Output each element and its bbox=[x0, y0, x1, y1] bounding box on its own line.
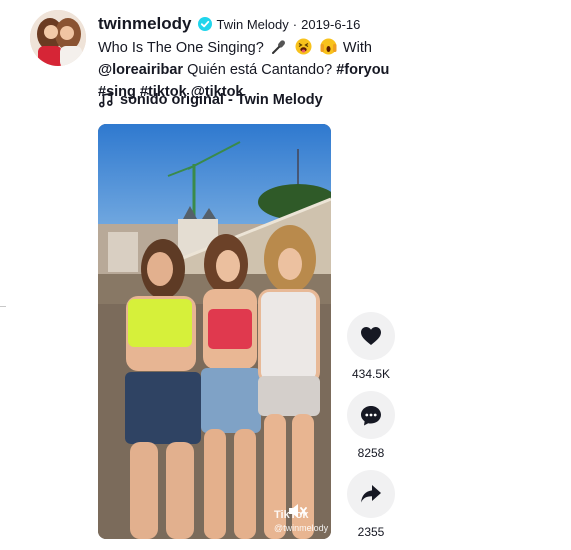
author-nickname[interactable]: Twin Melody bbox=[217, 17, 289, 32]
author-avatar[interactable] bbox=[30, 10, 86, 66]
caption-text: With bbox=[342, 40, 372, 56]
share-button[interactable] bbox=[347, 470, 395, 518]
music-note-icon bbox=[98, 92, 113, 108]
comment-count: 8258 bbox=[357, 446, 385, 460]
post-date: 2019-6-16 bbox=[301, 16, 361, 32]
share-icon bbox=[361, 485, 381, 503]
share-action: 2355 bbox=[347, 470, 395, 539]
heart-icon bbox=[361, 327, 381, 345]
tiktok-watermark-logo: TikTok bbox=[274, 509, 309, 521]
watermark-username: @twinmelody bbox=[274, 523, 329, 533]
edge-divider bbox=[0, 306, 6, 307]
post-header: twinmelody Twin Melody · 2019-6-16 bbox=[98, 12, 360, 36]
squinting-tongue-emoji-icon bbox=[295, 38, 312, 55]
sound-title: sonido original - Twin Melody bbox=[120, 92, 323, 108]
like-button[interactable] bbox=[347, 312, 395, 360]
screaming-face-emoji-icon bbox=[320, 38, 337, 55]
mention-link[interactable]: @loreairibar bbox=[98, 62, 183, 78]
avatar-image bbox=[30, 10, 86, 66]
like-count: 434.5K bbox=[351, 367, 391, 381]
video-player[interactable]: TikTok @twinmelody bbox=[98, 124, 331, 539]
sound-link[interactable]: sonido original - Twin Melody bbox=[98, 89, 323, 111]
verified-badge-icon bbox=[197, 17, 212, 31]
caption-text: Who Is The One Singing? bbox=[98, 40, 264, 56]
hashtag-link[interactable]: #foryou bbox=[336, 62, 389, 78]
comment-action: 8258 bbox=[347, 391, 395, 460]
caption-text: Quién está Cantando? bbox=[187, 62, 333, 78]
comment-button[interactable] bbox=[347, 391, 395, 439]
header-separator: · bbox=[292, 16, 298, 32]
author-username[interactable]: twinmelody bbox=[98, 14, 192, 34]
video-frame bbox=[98, 124, 331, 539]
microphone-emoji-icon bbox=[271, 40, 285, 54]
comment-icon bbox=[361, 405, 381, 425]
share-count: 2355 bbox=[357, 525, 385, 539]
like-action: 434.5K bbox=[347, 312, 395, 381]
